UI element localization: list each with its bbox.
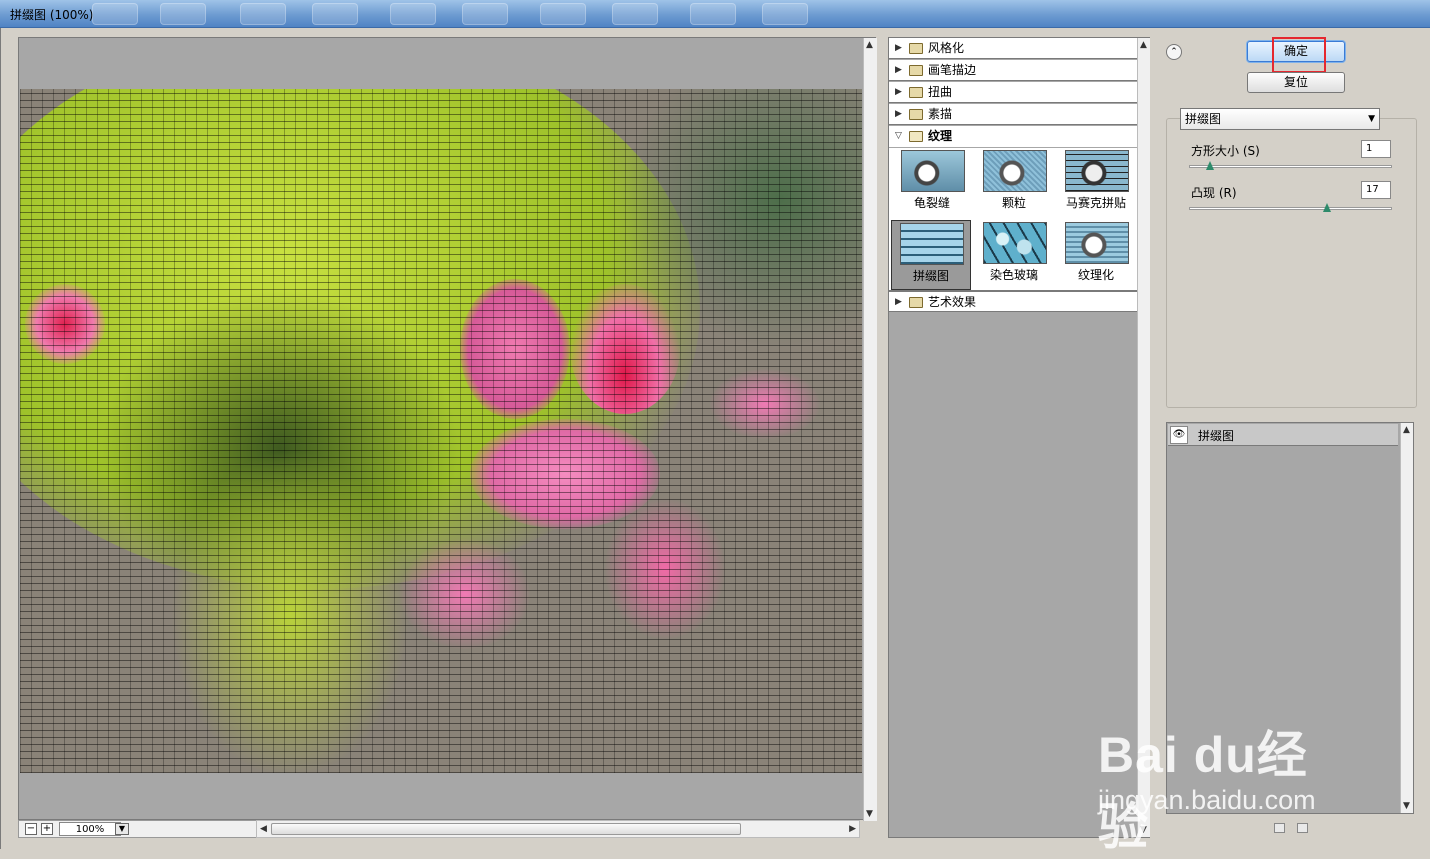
category-texture[interactable]: ▽ 纹理 bbox=[889, 126, 1137, 147]
filter-craquelure[interactable]: 龟裂缝 bbox=[893, 148, 971, 218]
effect-layer-label: 拼缀图 bbox=[1198, 429, 1235, 443]
scroll-down-icon[interactable]: ▼ bbox=[1403, 801, 1410, 811]
filter-thumbnail bbox=[983, 150, 1047, 192]
taskbar-ghost bbox=[762, 3, 808, 25]
expand-arrow-icon[interactable]: ▶ bbox=[895, 82, 902, 102]
effect-layer-row[interactable]: 👁 拼缀图 bbox=[1168, 424, 1398, 446]
scroll-up-icon[interactable]: ▲ bbox=[1140, 40, 1147, 50]
slider-handle[interactable] bbox=[1206, 161, 1214, 170]
category-label: 扭曲 bbox=[928, 85, 953, 99]
square-size-label: 方形大小 (S) bbox=[1191, 144, 1260, 158]
expand-arrow-icon[interactable]: ▶ bbox=[895, 60, 902, 80]
expand-arrow-icon[interactable]: ▶ bbox=[895, 38, 902, 58]
filter-label: 纹理化 bbox=[1077, 268, 1114, 282]
category-label: 艺术效果 bbox=[928, 295, 977, 309]
filter-mosaic-tiles[interactable]: 马赛克拼贴 bbox=[1057, 148, 1135, 218]
folder-icon bbox=[909, 297, 923, 308]
filter-thumbnail bbox=[983, 222, 1047, 264]
taskbar-ghost bbox=[312, 3, 358, 25]
expand-arrow-icon[interactable]: ▶ bbox=[895, 104, 902, 124]
scroll-right-icon[interactable]: ▶ bbox=[849, 824, 856, 834]
filter-grain[interactable]: 颗粒 bbox=[975, 148, 1053, 218]
title-bar: 拼缀图 (100%) bbox=[0, 0, 1430, 28]
preview-vertical-scrollbar[interactable]: ▲ ▼ bbox=[863, 38, 877, 821]
taskbar-ghost bbox=[390, 3, 436, 25]
folder-icon bbox=[909, 43, 923, 54]
taskbar-ghost bbox=[612, 3, 658, 25]
open-folder-icon bbox=[909, 131, 923, 142]
zoom-in-button[interactable]: + bbox=[41, 823, 53, 835]
scroll-left-icon[interactable]: ◀ bbox=[260, 824, 267, 834]
category-artistic[interactable]: ▶ 艺术效果 bbox=[889, 291, 1137, 312]
filter-thumbnail bbox=[1065, 150, 1129, 192]
scroll-thumb[interactable] bbox=[271, 823, 741, 835]
expand-arrow-icon[interactable]: ▶ bbox=[895, 292, 902, 312]
layers-scrollbar[interactable]: ▲ ▼ bbox=[1400, 423, 1413, 813]
scroll-down-icon[interactable]: ▼ bbox=[866, 809, 873, 819]
eye-icon[interactable]: 👁 bbox=[1170, 426, 1188, 444]
filter-texturizer[interactable]: 纹理化 bbox=[1057, 220, 1135, 290]
scroll-up-icon[interactable]: ▲ bbox=[866, 40, 873, 50]
baidu-watermark: Bai du经验 jingyan.baidu.com bbox=[1098, 690, 1358, 855]
taskbar-ghost bbox=[240, 3, 286, 25]
relief-label: 凸现 (R) bbox=[1191, 186, 1237, 200]
slider-handle[interactable] bbox=[1323, 203, 1331, 212]
filter-thumbnail bbox=[900, 223, 964, 265]
square-size-slider[interactable] bbox=[1189, 161, 1392, 170]
preview-pane[interactable]: ▲ ▼ bbox=[18, 37, 877, 821]
preview-horizontal-scrollbar[interactable]: ◀ ▶ bbox=[256, 820, 860, 838]
zoom-dropdown-icon[interactable]: ▼ bbox=[115, 823, 129, 835]
category-distort[interactable]: ▶ 扭曲 bbox=[889, 82, 1137, 103]
category-stylize[interactable]: ▶ 风格化 bbox=[889, 38, 1137, 59]
filter-select[interactable]: 拼缀图 ▼ bbox=[1180, 108, 1380, 130]
filter-label: 马赛克拼贴 bbox=[1065, 196, 1126, 210]
taskbar-ghost bbox=[462, 3, 508, 25]
filter-thumbnail bbox=[901, 150, 965, 192]
filter-label: 拼缀图 bbox=[912, 269, 949, 283]
folder-icon bbox=[909, 87, 923, 98]
patchwork-texture bbox=[20, 89, 862, 773]
category-label: 纹理 bbox=[928, 129, 953, 143]
highlight-box bbox=[1272, 37, 1326, 73]
filter-patchwork[interactable]: 拼缀图 bbox=[891, 220, 971, 290]
window-title: 拼缀图 (100%) bbox=[10, 8, 94, 22]
texture-filters: 龟裂缝 颗粒 马赛克拼贴 拼缀图 染色玻璃 纹理化 bbox=[889, 148, 1137, 291]
collapse-gallery-icon[interactable]: ⌃ bbox=[1166, 44, 1182, 60]
taskbar-ghost bbox=[160, 3, 206, 25]
category-label: 画笔描边 bbox=[928, 63, 977, 77]
category-sketch[interactable]: ▶ 素描 bbox=[889, 104, 1137, 125]
scroll-up-icon[interactable]: ▲ bbox=[1403, 425, 1410, 435]
filter-settings-panel bbox=[1166, 118, 1417, 408]
filter-stained-glass[interactable]: 染色玻璃 bbox=[975, 220, 1053, 290]
zoom-control: − + 100% ▼ bbox=[18, 820, 258, 838]
relief-input[interactable]: 17 bbox=[1361, 181, 1391, 199]
filter-select-value: 拼缀图 bbox=[1185, 112, 1222, 126]
zoom-out-button[interactable]: − bbox=[25, 823, 37, 835]
chevron-down-icon[interactable]: ▼ bbox=[1368, 109, 1375, 129]
category-label: 素描 bbox=[928, 107, 953, 121]
taskbar-ghost bbox=[540, 3, 586, 25]
square-size-input[interactable]: 1 bbox=[1361, 140, 1391, 158]
preview-image[interactable] bbox=[20, 89, 862, 773]
filter-label: 颗粒 bbox=[1001, 196, 1026, 210]
collapse-arrow-icon[interactable]: ▽ bbox=[895, 126, 902, 146]
category-label: 风格化 bbox=[928, 41, 965, 55]
folder-icon bbox=[909, 109, 923, 120]
reset-button[interactable]: 复位 bbox=[1247, 72, 1345, 93]
zoom-level[interactable]: 100% bbox=[59, 822, 121, 836]
watermark-url: jingyan.baidu.com bbox=[1098, 785, 1316, 815]
taskbar-ghost bbox=[690, 3, 736, 25]
relief-slider[interactable] bbox=[1189, 203, 1392, 212]
folder-icon bbox=[909, 65, 923, 76]
filter-label: 龟裂缝 bbox=[913, 196, 950, 210]
category-brush-strokes[interactable]: ▶ 画笔描边 bbox=[889, 60, 1137, 81]
filter-thumbnail bbox=[1065, 222, 1129, 264]
taskbar-ghost bbox=[92, 3, 138, 25]
filter-label: 染色玻璃 bbox=[989, 268, 1038, 282]
